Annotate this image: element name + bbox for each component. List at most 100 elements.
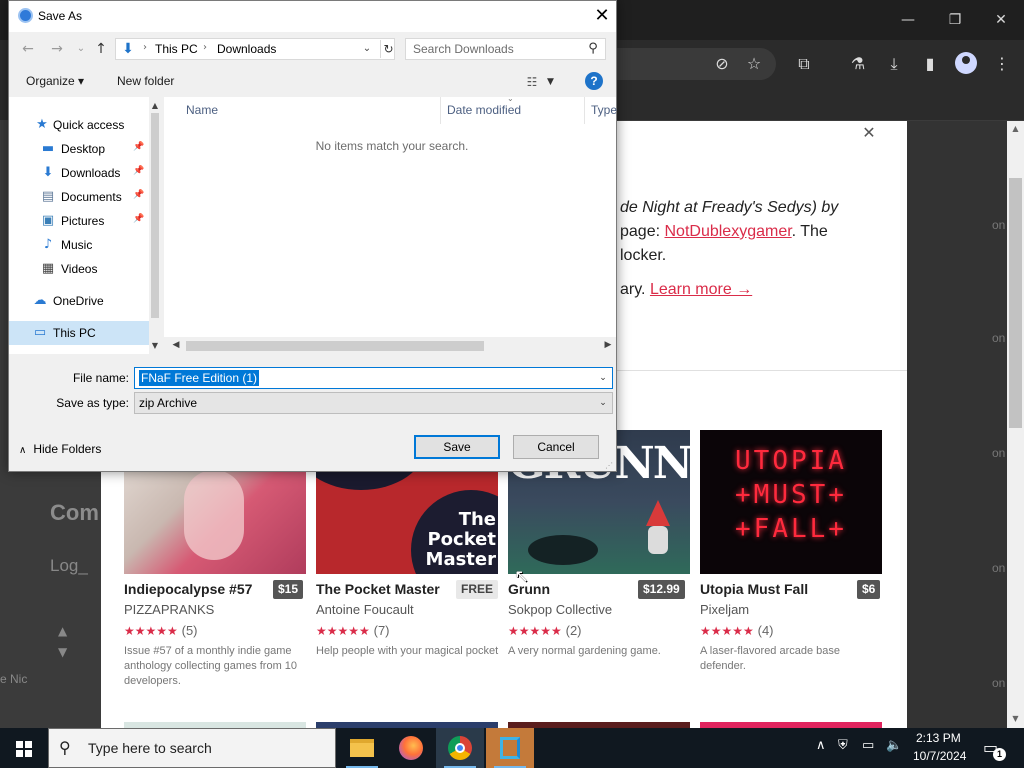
game-title[interactable]: The Pocket Master xyxy=(316,581,440,597)
game-thumbnail[interactable]: UTOPIA +MUST+ +FALL+ xyxy=(700,430,882,574)
column-divider[interactable] xyxy=(440,97,441,124)
chrome-icon[interactable] xyxy=(436,728,484,768)
file-explorer-icon[interactable] xyxy=(338,728,386,768)
save-type-select[interactable]: zip Archive ⌄ xyxy=(134,392,613,414)
refresh-icon[interactable]: ↻ xyxy=(380,40,396,58)
author-link[interactable]: NotDublexygamer xyxy=(664,223,791,240)
nav-item-quick-access[interactable]: ★ Quick access xyxy=(9,113,149,137)
rating-stars: ★★★★★ (7) xyxy=(316,623,390,638)
sidepanel-icon[interactable]: ▮ xyxy=(919,53,941,75)
file-name-value[interactable]: FNaF Free Edition (1) xyxy=(139,370,260,386)
nav-item-music[interactable]: ♪ Music xyxy=(9,233,149,257)
search-icon[interactable]: ⚲ xyxy=(584,40,602,58)
resize-grip-icon[interactable]: ⋰ xyxy=(605,461,613,470)
file-name-field[interactable]: FNaF Free Edition (1) ⌄ xyxy=(134,367,613,389)
pin-icon: 📌 xyxy=(133,166,145,176)
nav-item-this-pc[interactable]: ▭ This PC xyxy=(9,321,149,345)
scrollbar-thumb[interactable] xyxy=(1009,178,1022,428)
volume-muted-icon[interactable]: 🔈 xyxy=(886,738,902,753)
nav-item-pictures[interactable]: ▣ Pictures 📌 xyxy=(9,209,149,233)
taskbar-search[interactable]: ⚲ Type here to search xyxy=(48,728,336,768)
flask-icon[interactable]: ⚗ xyxy=(847,53,869,75)
forward-arrow-icon[interactable]: → xyxy=(47,39,67,59)
document-icon: ▤ xyxy=(41,189,55,204)
close-icon[interactable]: ✕ xyxy=(991,10,1011,30)
column-header-type[interactable]: Type xyxy=(591,103,617,117)
breadcrumb-item[interactable]: This PC xyxy=(155,42,198,56)
minimize-icon[interactable]: — xyxy=(898,10,918,30)
recent-locations-icon[interactable]: ⌄ xyxy=(71,39,91,59)
game-description: A very normal gardening game. xyxy=(508,645,661,657)
chevron-up-icon[interactable]: ∧ xyxy=(816,738,826,753)
scroll-down-icon[interactable]: ▼ xyxy=(149,339,161,353)
file-name-label: File name: xyxy=(72,371,129,385)
nav-item-desktop[interactable]: ▬ Desktop 📌 xyxy=(9,137,149,161)
game-author[interactable]: Antoine Foucault xyxy=(316,602,414,617)
download-icon[interactable]: ⤓ xyxy=(883,53,905,75)
nav-item-downloads[interactable]: ⬇ Downloads 📌 xyxy=(9,161,149,185)
scroll-up-icon[interactable]: ▲ xyxy=(1007,122,1024,136)
extensions-icon[interactable]: ⧉ xyxy=(793,53,815,75)
game-author[interactable]: PIZZAPRANKS xyxy=(124,602,214,617)
star-icon[interactable]: ☆ xyxy=(743,53,765,75)
view-options-icon[interactable]: ☷ xyxy=(521,73,543,91)
profile-icon[interactable] xyxy=(955,52,977,74)
scroll-up-icon[interactable]: ▲ xyxy=(149,99,161,113)
chevron-down-icon[interactable]: ▼ xyxy=(547,73,559,91)
firefox-icon[interactable] xyxy=(387,728,435,768)
restore-icon[interactable]: ❐ xyxy=(945,10,965,30)
eye-off-icon[interactable]: ⊘ xyxy=(711,53,733,75)
security-icon[interactable]: ⛨ xyxy=(838,738,848,753)
hide-folders-button[interactable]: ∧ Hide Folders xyxy=(19,442,101,456)
modal-close-icon[interactable]: ✕ xyxy=(860,124,878,142)
close-icon[interactable]: ✕ xyxy=(591,5,613,27)
address-breadcrumb[interactable]: ⬇ › This PC › Downloads ⌄ ↻ xyxy=(115,38,395,60)
organize-button[interactable]: Organize ▾ xyxy=(26,74,84,88)
dialog-titlebar[interactable]: Save As ✕ xyxy=(9,1,616,32)
scroll-right-icon[interactable]: ▶ xyxy=(600,337,616,354)
scrollbar-thumb[interactable] xyxy=(186,341,484,351)
game-title[interactable]: Indiepocalypse #57 xyxy=(124,581,252,597)
clock-time[interactable]: 2:13 PM xyxy=(916,731,961,745)
chevron-down-icon[interactable]: ⌄ xyxy=(595,369,611,387)
game-author[interactable]: Sokpop Collective xyxy=(508,602,612,617)
column-header-name[interactable]: Name xyxy=(186,103,218,117)
search-box[interactable]: ⚲ xyxy=(405,38,606,60)
column-header-date[interactable]: Date modified xyxy=(447,103,521,117)
nav-item-onedrive[interactable]: ☁ OneDrive xyxy=(9,289,149,313)
column-divider[interactable] xyxy=(584,97,585,124)
nav-item-label: Videos xyxy=(61,262,98,276)
nav-item-videos[interactable]: ▦ Videos xyxy=(9,257,149,281)
scrollbar-thumb[interactable] xyxy=(151,113,159,318)
learn-more-link[interactable]: Learn more → xyxy=(650,281,752,298)
back-arrow-icon[interactable]: ← xyxy=(18,39,38,59)
thumbnail-title: +FALL+ xyxy=(735,514,847,544)
chevron-down-icon[interactable]: ⌄ xyxy=(360,41,374,57)
network-icon[interactable]: ▭ xyxy=(862,738,874,753)
chevron-down-icon[interactable]: ⌄ xyxy=(595,394,611,412)
cancel-button[interactable]: Cancel xyxy=(513,435,599,459)
breadcrumb-item[interactable]: Downloads xyxy=(217,42,276,56)
computer-icon: ▭ xyxy=(33,325,47,340)
save-button[interactable]: Save xyxy=(414,435,500,459)
vote-up-icon: ▲ xyxy=(58,624,68,638)
search-input[interactable] xyxy=(406,39,582,59)
background-text: on xyxy=(992,331,1006,345)
help-icon[interactable]: ? xyxy=(585,72,603,90)
game-title[interactable]: Utopia Must Fall xyxy=(700,581,808,597)
scroll-left-icon[interactable]: ◀ xyxy=(168,337,184,354)
scroll-down-icon[interactable]: ▼ xyxy=(1007,712,1024,726)
up-arrow-icon[interactable]: ↑ xyxy=(91,39,111,59)
menu-icon[interactable]: ⋮ xyxy=(991,53,1013,75)
price-badge: $15 xyxy=(273,580,304,599)
background-text: Log_ xyxy=(50,556,88,575)
music-icon: ♪ xyxy=(43,237,53,252)
new-folder-button[interactable]: New folder xyxy=(117,74,174,88)
vscode-icon[interactable] xyxy=(486,728,534,768)
nav-item-documents[interactable]: ▤ Documents 📌 xyxy=(9,185,149,209)
game-author[interactable]: Pixeljam xyxy=(700,602,749,617)
clock-date[interactable]: 10/7/2024 xyxy=(913,749,966,763)
desktop-icon: ▬ xyxy=(41,141,55,156)
pin-icon: 📌 xyxy=(133,214,145,224)
search-icon: ⚲ xyxy=(59,738,71,757)
